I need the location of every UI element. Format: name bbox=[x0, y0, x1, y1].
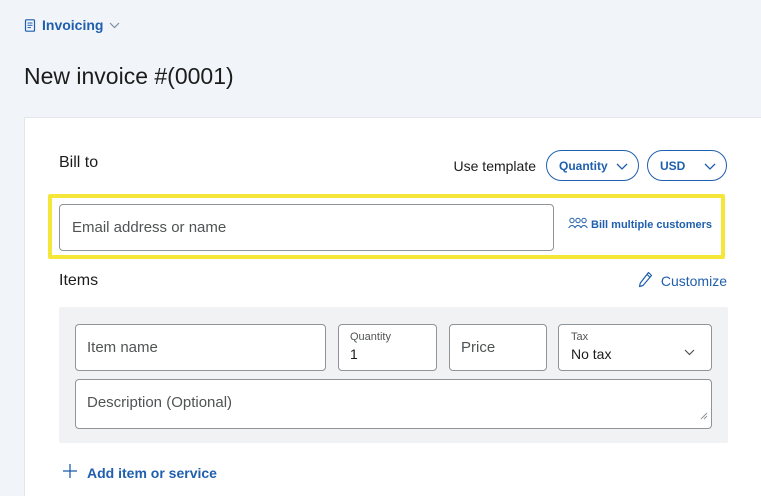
tax-value: No tax bbox=[571, 346, 612, 362]
description-input[interactable] bbox=[87, 394, 700, 424]
price-field bbox=[449, 324, 547, 371]
pencil-icon bbox=[638, 271, 653, 291]
template-select[interactable]: Quantity bbox=[546, 150, 639, 181]
chevron-down-icon bbox=[704, 159, 716, 173]
item-name-field bbox=[75, 324, 326, 371]
template-select-value: Quantity bbox=[559, 158, 608, 173]
price-input[interactable] bbox=[461, 339, 535, 356]
currency-select-value: USD bbox=[660, 158, 686, 173]
chevron-down-icon bbox=[109, 22, 120, 29]
chevron-down-icon bbox=[616, 159, 628, 173]
customize-link[interactable]: Customize bbox=[638, 271, 727, 291]
description-field bbox=[75, 379, 712, 429]
bill-multiple-customers-label: Bill multiple customers bbox=[591, 218, 713, 231]
invoicing-menu[interactable]: Invoicing bbox=[24, 17, 120, 33]
template-controls: Use template Quantity USD bbox=[454, 150, 727, 181]
quantity-field: Quantity bbox=[338, 324, 437, 371]
bill-multiple-customers-link[interactable]: Bill multiple customers bbox=[568, 217, 712, 232]
quantity-input[interactable] bbox=[350, 346, 425, 362]
use-template-label: Use template bbox=[453, 157, 536, 174]
tax-label: Tax bbox=[571, 331, 589, 343]
chevron-down-icon bbox=[684, 343, 695, 361]
resize-handle-icon[interactable] bbox=[700, 407, 708, 425]
add-item-label: Add item or service bbox=[87, 464, 217, 481]
add-item-button[interactable]: Add item or service bbox=[62, 463, 217, 482]
plus-icon bbox=[62, 463, 78, 482]
bill-to-label: Bill to bbox=[59, 154, 99, 171]
email-or-name-input[interactable] bbox=[59, 204, 554, 251]
customize-label: Customize bbox=[660, 273, 727, 289]
tax-select[interactable]: Tax No tax bbox=[558, 324, 712, 371]
item-name-input[interactable] bbox=[87, 339, 314, 356]
invoicing-label: Invoicing bbox=[42, 17, 104, 33]
currency-select[interactable]: USD bbox=[647, 150, 727, 181]
people-group-icon bbox=[568, 217, 588, 232]
document-icon bbox=[24, 18, 36, 32]
page-title: New invoice #(0001) bbox=[24, 63, 234, 89]
quantity-label: Quantity bbox=[350, 331, 391, 343]
items-label: Items bbox=[59, 272, 99, 289]
